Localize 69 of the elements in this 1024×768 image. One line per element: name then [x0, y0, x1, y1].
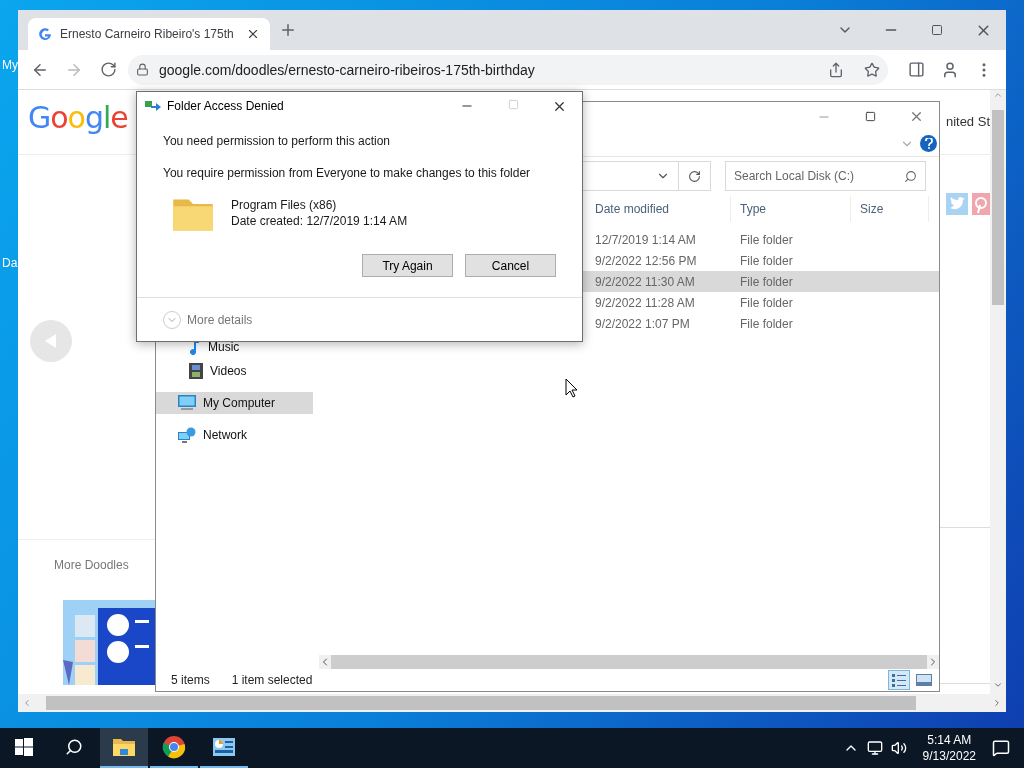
nav-item[interactable]: Videos — [156, 360, 313, 382]
maximize-icon[interactable] — [864, 111, 876, 122]
search-field[interactable]: Search Local Disk (C:) — [725, 161, 926, 191]
windows-logo-icon — [15, 738, 33, 756]
dialog-heading: You need permission to perform this action — [163, 134, 391, 148]
dialog-message: You require permission from Everyone to make changes to this folder — [163, 166, 532, 180]
bookmark-star-icon[interactable] — [864, 61, 880, 78]
table-cell-text: 9/2/2022 12:56 PM — [594, 253, 698, 268]
refresh-button[interactable] — [679, 161, 711, 191]
table-cell-text: 9/2/2022 1:07 PM — [594, 316, 691, 331]
table-cell-text: File folder — [739, 253, 794, 268]
computer-icon — [178, 395, 196, 411]
details-view-button[interactable] — [888, 670, 910, 690]
scrollbar-thumb[interactable] — [992, 110, 1004, 305]
clock[interactable]: 5:14 AM 9/13/2022 — [922, 732, 976, 764]
google-logo[interactable]: Google — [28, 100, 128, 135]
folder-name: Program Files (x86) — [231, 198, 338, 212]
nav-item[interactable]: Network — [156, 424, 313, 446]
table-cell-text: 9/2/2022 11:30 AM — [594, 274, 696, 289]
section-title: More Doodles — [54, 558, 130, 572]
share-icon[interactable] — [828, 61, 844, 78]
folder-date: Date created: 12/7/2019 1:14 AM — [231, 214, 408, 228]
profile-icon[interactable] — [941, 60, 959, 79]
status-text: 5 items — [171, 673, 210, 687]
dialog-title: Folder Access Denied — [167, 99, 284, 113]
notifications-icon[interactable] — [992, 739, 1010, 757]
column-header[interactable]: Date modified — [586, 196, 731, 222]
table-cell-text: File folder — [739, 232, 794, 247]
table-cell-text: File folder — [739, 316, 794, 331]
folder-icon[interactable] — [112, 737, 136, 757]
folder-move-icon — [145, 100, 161, 112]
status-text: 1 item selected — [231, 673, 313, 687]
network-icon[interactable] — [866, 740, 883, 756]
table-cell-text: File folder — [739, 295, 794, 310]
chrome-icon[interactable] — [162, 735, 186, 759]
scroll-right-icon[interactable] — [992, 698, 1002, 708]
google-favicon — [38, 27, 52, 41]
mouse-cursor-icon — [565, 378, 578, 398]
column-header[interactable]: Size — [851, 196, 929, 222]
reload-icon[interactable] — [99, 61, 117, 78]
film-icon — [189, 363, 203, 379]
refresh-icon — [688, 169, 701, 183]
volume-icon[interactable] — [890, 740, 907, 756]
horizontal-scrollbar[interactable] — [18, 694, 1006, 712]
table-cell-text: 12/7/2019 1:14 AM — [594, 232, 697, 247]
header-text: nited St — [945, 114, 990, 129]
scroll-down-icon[interactable] — [993, 680, 1003, 690]
column-header[interactable]: Type — [731, 196, 851, 222]
scrollbar-thumb[interactable] — [46, 696, 916, 710]
cancel-button[interactable]: Cancel — [465, 254, 556, 277]
lock-icon — [136, 63, 149, 76]
help-icon[interactable] — [920, 135, 937, 152]
vertical-scrollbar[interactable] — [990, 90, 1006, 694]
table-cell-text: 9/2/2022 11:28 AM — [594, 295, 696, 310]
triangle-left-icon — [45, 334, 57, 348]
control-panel-icon[interactable] — [212, 737, 236, 757]
side-panel-icon[interactable] — [907, 61, 925, 78]
table-cell-text: File folder — [739, 274, 794, 289]
network-icon — [178, 427, 196, 443]
try-again-button[interactable]: Try Again — [362, 254, 453, 277]
new-tab-icon[interactable] — [279, 21, 297, 39]
close-icon[interactable] — [246, 27, 260, 41]
more-details-toggle[interactable]: More details — [163, 310, 253, 329]
address-bar[interactable]: google.com/doodles/ernesto-carneiro-ribeiros-175th-birthday — [128, 54, 888, 85]
browser-tab[interactable]: Ernesto Carneiro Ribeiro's 175th — [28, 18, 270, 50]
search-icon — [65, 738, 83, 756]
nav-item[interactable]: My Computer — [156, 392, 313, 414]
search-icon — [904, 169, 917, 183]
maximize-icon[interactable] — [931, 24, 943, 36]
